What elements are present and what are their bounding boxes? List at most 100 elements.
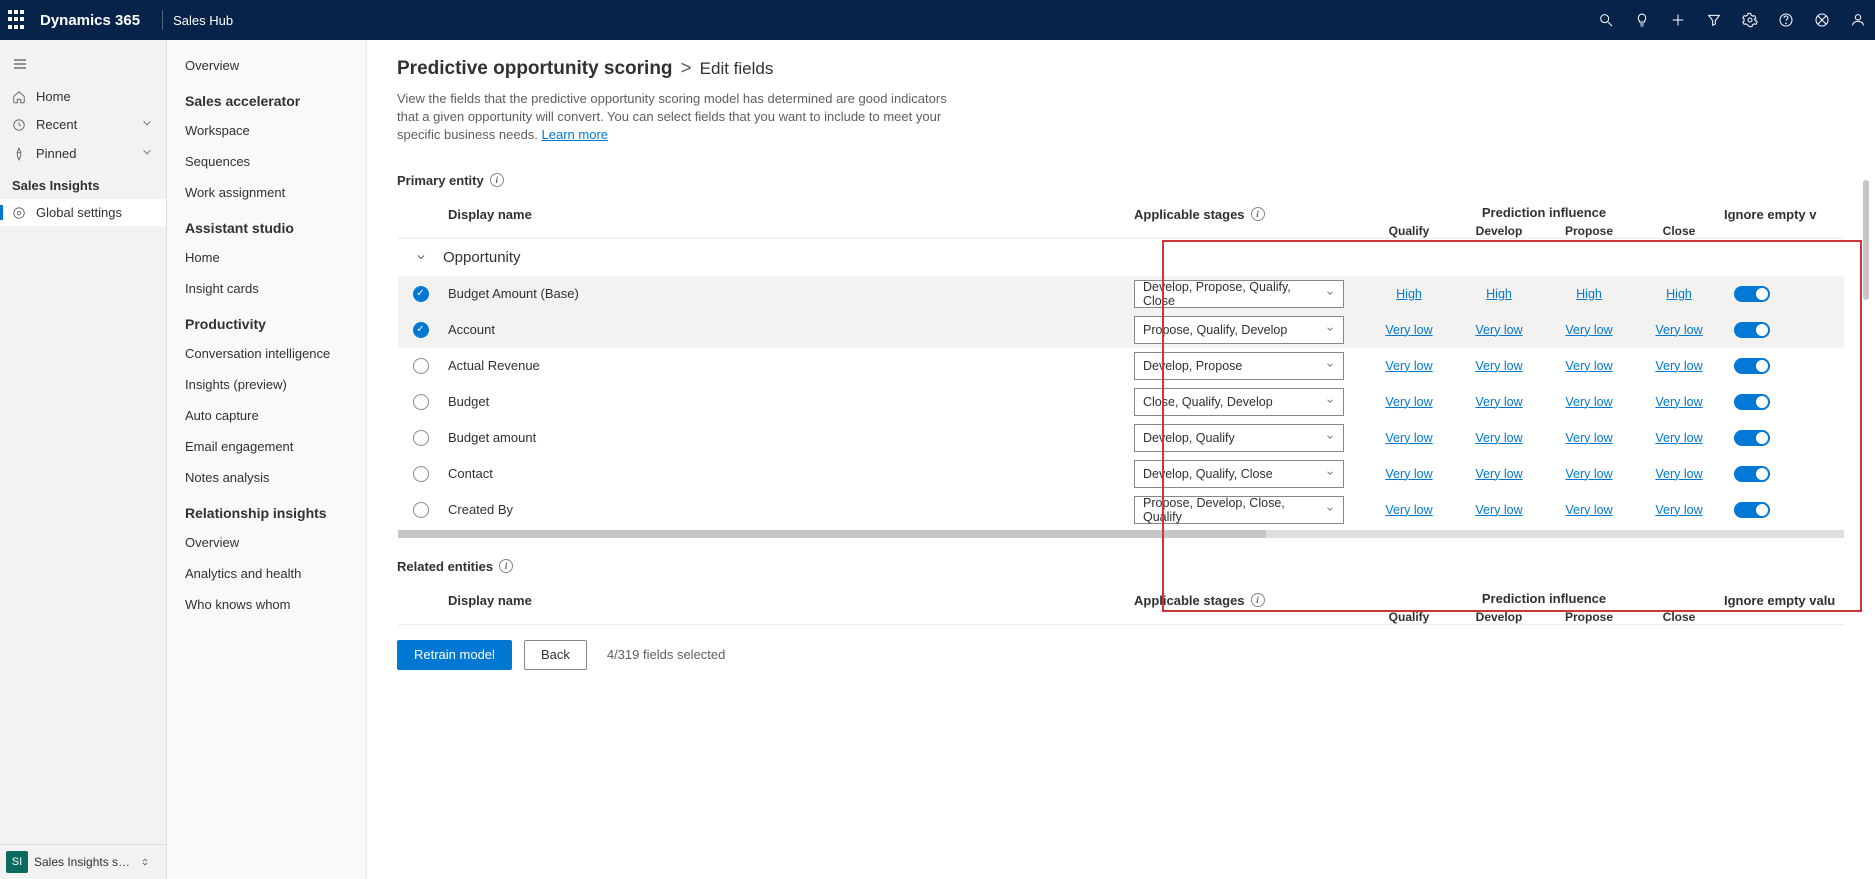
add-icon[interactable] <box>1669 11 1687 29</box>
info-icon[interactable]: i <box>1251 207 1265 221</box>
applicable-stages-select[interactable]: Develop, Qualify, Close <box>1134 460 1344 488</box>
applicable-stages-select[interactable]: Develop, Propose <box>1134 352 1344 380</box>
secnav-analytics-health[interactable]: Analytics and health <box>167 558 366 589</box>
help-icon[interactable] <box>1777 11 1795 29</box>
prediction-qualify-link[interactable]: Very low <box>1364 431 1454 445</box>
applicable-stages-select[interactable]: Develop, Propose, Qualify, Close <box>1134 280 1344 308</box>
applicable-stages-select[interactable]: Propose, Develop, Close, Qualify <box>1134 496 1344 524</box>
retrain-model-button[interactable]: Retrain model <box>397 640 512 670</box>
prediction-close-link[interactable]: Very low <box>1634 395 1724 409</box>
secnav-insights-preview[interactable]: Insights (preview) <box>167 369 366 400</box>
ignore-empty-toggle[interactable] <box>1734 322 1770 338</box>
prediction-propose-link[interactable]: Very low <box>1544 503 1634 517</box>
row-checkbox[interactable] <box>413 394 429 410</box>
ignore-empty-toggle[interactable] <box>1734 502 1770 518</box>
prediction-qualify-link[interactable]: Very low <box>1364 323 1454 337</box>
prediction-qualify-link[interactable]: High <box>1364 287 1454 301</box>
ignore-empty-toggle[interactable] <box>1734 430 1770 446</box>
prediction-develop-link[interactable]: Very low <box>1454 503 1544 517</box>
nav-label: Home <box>36 89 71 104</box>
info-icon[interactable]: i <box>490 173 504 187</box>
prediction-develop-link[interactable]: Very low <box>1454 467 1544 481</box>
ignore-empty-toggle[interactable] <box>1734 466 1770 482</box>
applicable-stages-select[interactable]: Propose, Qualify, Develop <box>1134 316 1344 344</box>
hamburger-icon[interactable] <box>0 48 166 83</box>
filter-icon[interactable] <box>1705 11 1723 29</box>
prediction-propose-link[interactable]: Very low <box>1544 395 1634 409</box>
row-checkbox[interactable] <box>413 322 429 338</box>
row-checkbox[interactable] <box>413 466 429 482</box>
prediction-propose-link[interactable]: Very low <box>1544 323 1634 337</box>
prediction-qualify-link[interactable]: Very low <box>1364 395 1454 409</box>
secnav-workspace[interactable]: Workspace <box>167 115 366 146</box>
row-checkbox[interactable] <box>413 502 429 518</box>
apps-icon[interactable] <box>1813 11 1831 29</box>
app-launcher-icon[interactable] <box>8 10 28 30</box>
back-button[interactable]: Back <box>524 640 587 670</box>
applicable-stages-select[interactable]: Close, Qualify, Develop <box>1134 388 1344 416</box>
prediction-close-link[interactable]: Very low <box>1634 359 1724 373</box>
secnav-home[interactable]: Home <box>167 242 366 273</box>
prediction-close-link[interactable]: Very low <box>1634 323 1724 337</box>
secnav-overview[interactable]: Overview <box>167 58 366 81</box>
nav-recent[interactable]: Recent <box>0 110 166 139</box>
nav-global-settings[interactable]: Global settings <box>0 199 166 226</box>
lightbulb-icon[interactable] <box>1633 11 1651 29</box>
prediction-develop-link[interactable]: Very low <box>1454 359 1544 373</box>
account-icon[interactable] <box>1849 11 1867 29</box>
area-switcher[interactable]: SI Sales Insights sett... <box>0 844 166 879</box>
learn-more-link[interactable]: Learn more <box>542 127 608 142</box>
field-name: Budget amount <box>443 430 1134 445</box>
stage-select-value: Develop, Propose, Qualify, Close <box>1143 280 1325 308</box>
prediction-close-link[interactable]: Very low <box>1634 503 1724 517</box>
table-row: Account Propose, Qualify, Develop Very l… <box>398 312 1844 348</box>
col-display-name[interactable]: Display name <box>443 205 1134 222</box>
prediction-propose-link[interactable]: Very low <box>1544 431 1634 445</box>
secnav-insight-cards[interactable]: Insight cards <box>167 273 366 304</box>
prediction-develop-link[interactable]: Very low <box>1454 395 1544 409</box>
prediction-develop-link[interactable]: High <box>1454 287 1544 301</box>
prediction-propose-link[interactable]: Very low <box>1544 467 1634 481</box>
prediction-qualify-link[interactable]: Very low <box>1364 467 1454 481</box>
info-icon[interactable]: i <box>1251 593 1265 607</box>
col-ignore-empty[interactable]: Ignore empty v <box>1724 205 1844 222</box>
ignore-empty-toggle[interactable] <box>1734 286 1770 302</box>
prediction-develop-link[interactable]: Very low <box>1454 323 1544 337</box>
col-display-name[interactable]: Display name <box>443 591 1134 608</box>
search-icon[interactable] <box>1597 11 1615 29</box>
secnav-conversation-intelligence[interactable]: Conversation intelligence <box>167 338 366 369</box>
nav-home[interactable]: Home <box>0 83 166 110</box>
prediction-qualify-link[interactable]: Very low <box>1364 359 1454 373</box>
prediction-qualify-link[interactable]: Very low <box>1364 503 1454 517</box>
col-applicable-stages[interactable]: Applicable stages i <box>1134 205 1364 222</box>
ignore-empty-toggle[interactable] <box>1734 394 1770 410</box>
prediction-close-link[interactable]: Very low <box>1634 467 1724 481</box>
settings-icon[interactable] <box>1741 11 1759 29</box>
row-checkbox[interactable] <box>413 430 429 446</box>
ignore-empty-toggle[interactable] <box>1734 358 1770 374</box>
secnav-auto-capture[interactable]: Auto capture <box>167 400 366 431</box>
vertical-scrollbar[interactable] <box>1861 180 1871 780</box>
secnav-notes-analysis[interactable]: Notes analysis <box>167 462 366 493</box>
secnav-email-engagement[interactable]: Email engagement <box>167 431 366 462</box>
prediction-propose-link[interactable]: Very low <box>1544 359 1634 373</box>
secnav-work-assignment[interactable]: Work assignment <box>167 177 366 208</box>
prediction-close-link[interactable]: High <box>1634 287 1724 301</box>
secnav-sequences[interactable]: Sequences <box>167 146 366 177</box>
secnav-who-knows-whom[interactable]: Who knows whom <box>167 589 366 620</box>
prediction-develop-link[interactable]: Very low <box>1454 431 1544 445</box>
horizontal-scrollbar[interactable] <box>398 530 1844 538</box>
prediction-propose-link[interactable]: High <box>1544 287 1634 301</box>
crumb-parent[interactable]: Predictive opportunity scoring <box>397 58 673 80</box>
row-checkbox[interactable] <box>413 358 429 374</box>
col-ignore-empty[interactable]: Ignore empty valu <box>1724 591 1844 608</box>
group-row-opportunity[interactable]: Opportunity <box>398 239 1844 276</box>
row-checkbox[interactable] <box>413 286 429 302</box>
applicable-stages-select[interactable]: Develop, Qualify <box>1134 424 1344 452</box>
secnav-ri-overview[interactable]: Overview <box>167 527 366 558</box>
breadcrumb: Predictive opportunity scoring > Edit fi… <box>397 58 1845 80</box>
nav-pinned[interactable]: Pinned <box>0 139 166 168</box>
prediction-close-link[interactable]: Very low <box>1634 431 1724 445</box>
col-applicable-stages[interactable]: Applicable stages i <box>1134 591 1364 608</box>
info-icon[interactable]: i <box>499 559 513 573</box>
